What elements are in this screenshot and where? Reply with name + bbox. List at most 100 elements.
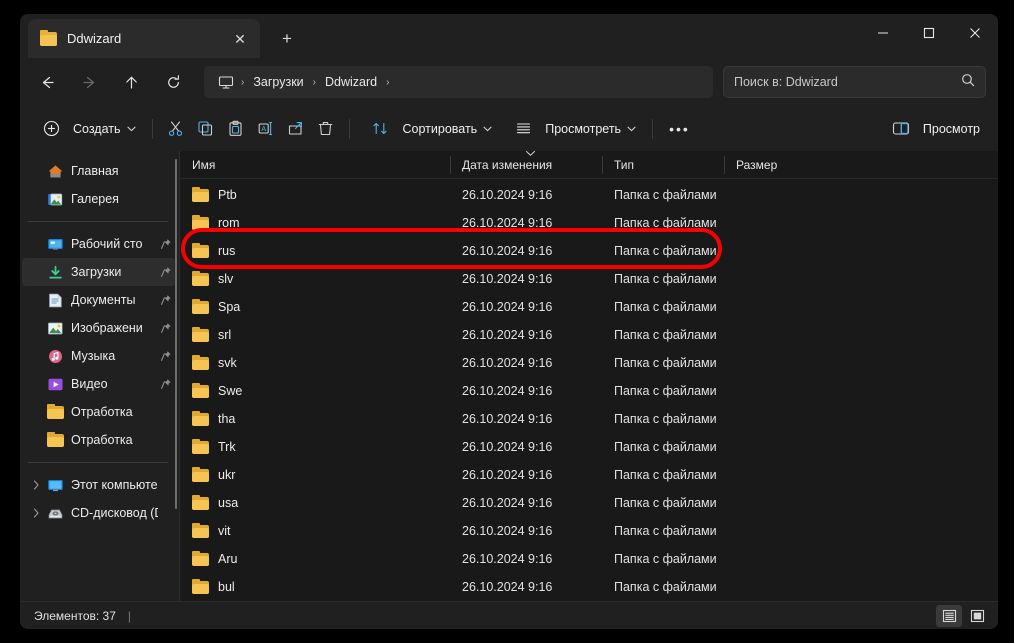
home-icon bbox=[44, 161, 66, 181]
table-row[interactable]: usa 26.10.2024 9:16 Папка с файлами bbox=[180, 489, 998, 517]
breadcrumb-separator-end[interactable]: › bbox=[384, 77, 391, 88]
column-headers: Имя Дата изменения Тип Размер bbox=[180, 150, 998, 179]
folder-icon bbox=[192, 579, 209, 594]
cell-date: 26.10.2024 9:16 bbox=[462, 216, 553, 230]
copy-icon[interactable] bbox=[191, 113, 221, 145]
column-header-type[interactable]: Тип bbox=[602, 151, 724, 179]
cell-date: 26.10.2024 9:16 bbox=[462, 356, 553, 370]
large-icons-view-icon[interactable] bbox=[964, 605, 990, 627]
pin-icon[interactable] bbox=[158, 294, 174, 306]
breadcrumb-separator: › bbox=[312, 76, 316, 88]
navigation-sidebar[interactable]: Главная Галерея Рабочий сто Загрузки Докумен… bbox=[20, 151, 180, 601]
more-options-button[interactable]: ••• bbox=[661, 113, 698, 145]
close-icon[interactable] bbox=[952, 14, 998, 52]
view-button[interactable]: Просмотреть bbox=[500, 113, 644, 145]
table-row[interactable]: svk 26.10.2024 9:16 Папка с файлами bbox=[180, 349, 998, 377]
rename-icon[interactable]: A bbox=[251, 113, 281, 145]
chevron-right-icon[interactable] bbox=[28, 480, 44, 490]
sidebar-item-5[interactable]: Документы bbox=[22, 286, 176, 314]
file-list-pane: Имя Дата изменения Тип Размер Ptb 26.10.2… bbox=[180, 150, 998, 601]
this-pc-icon[interactable] bbox=[212, 75, 239, 90]
back-arrow-icon[interactable] bbox=[30, 65, 64, 99]
table-row[interactable]: ukr 26.10.2024 9:16 Папка с файлами bbox=[180, 461, 998, 489]
table-row[interactable]: Aru 26.10.2024 9:16 Папка с файлами bbox=[180, 545, 998, 573]
pictures-icon bbox=[44, 318, 66, 338]
search-box[interactable]: Поиск в: Ddwizard bbox=[723, 66, 986, 98]
refresh-icon[interactable] bbox=[156, 65, 190, 99]
table-row[interactable]: tha 26.10.2024 9:16 Папка с файлами bbox=[180, 405, 998, 433]
cut-icon[interactable] bbox=[161, 113, 191, 145]
cell-name: slv bbox=[218, 272, 234, 286]
paste-icon[interactable] bbox=[221, 113, 251, 145]
cell-date: 26.10.2024 9:16 bbox=[462, 524, 553, 538]
delete-icon[interactable] bbox=[311, 113, 341, 145]
cell-type: Папка с файлами bbox=[614, 272, 717, 286]
table-row[interactable]: vit 26.10.2024 9:16 Папка с файлами bbox=[180, 517, 998, 545]
sidebar-item-7[interactable]: Музыка bbox=[22, 342, 176, 370]
column-header-name[interactable]: Имя bbox=[180, 151, 450, 179]
close-tab-icon[interactable]: ✕ bbox=[226, 26, 254, 52]
sidebar-item-0[interactable]: Главная bbox=[22, 157, 176, 185]
table-row[interactable]: rus 26.10.2024 9:16 Папка с файлами bbox=[180, 237, 998, 265]
browser-tab-ddwizard[interactable]: Ddwizard ✕ bbox=[28, 19, 260, 58]
sidebar-item-4[interactable]: Загрузки bbox=[22, 258, 176, 286]
breadcrumb-item-ddwizard[interactable]: Ddwizard bbox=[318, 72, 384, 92]
pin-icon[interactable] bbox=[158, 266, 174, 278]
cell-name: srl bbox=[218, 328, 232, 342]
address-bar[interactable]: › Загрузки › Ddwizard › bbox=[204, 66, 713, 98]
pin-icon[interactable] bbox=[158, 322, 174, 334]
table-row[interactable]: slv 26.10.2024 9:16 Папка с файлами bbox=[180, 265, 998, 293]
sidebar-item-8[interactable]: Видео bbox=[22, 370, 176, 398]
pin-icon[interactable] bbox=[158, 378, 174, 390]
up-arrow-icon[interactable] bbox=[114, 65, 148, 99]
command-toolbar: Создать A Сортировать Просмотреть ••• Пр… bbox=[20, 106, 998, 151]
cell-name: rus bbox=[218, 244, 236, 258]
column-header-size[interactable]: Размер bbox=[724, 151, 800, 179]
table-row[interactable]: srl 26.10.2024 9:16 Папка с файлами bbox=[180, 321, 998, 349]
chevron-down-icon bbox=[483, 124, 492, 134]
pin-icon[interactable] bbox=[158, 350, 174, 362]
breadcrumb-item-downloads[interactable]: Загрузки bbox=[246, 72, 310, 92]
minimize-icon[interactable] bbox=[860, 14, 906, 52]
cell-date: 26.10.2024 9:16 bbox=[462, 496, 553, 510]
table-row[interactable]: Spa 26.10.2024 9:16 Папка с файлами bbox=[180, 293, 998, 321]
search-input[interactable]: Поиск в: Ddwizard bbox=[734, 75, 961, 89]
forward-arrow-icon[interactable] bbox=[72, 65, 106, 99]
table-row[interactable]: Swe 26.10.2024 9:16 Папка с файлами bbox=[180, 377, 998, 405]
chevron-down-icon bbox=[126, 124, 136, 134]
sort-button[interactable]: Сортировать bbox=[358, 113, 501, 145]
item-count-label: Элементов: 37 bbox=[34, 608, 116, 623]
sidebar-item-10[interactable]: Отработка bbox=[22, 426, 176, 454]
video-icon bbox=[44, 374, 66, 394]
chevron-right-icon[interactable] bbox=[28, 508, 44, 518]
sidebar-item-13[interactable]: CD-дисковод (D bbox=[22, 499, 176, 527]
table-row[interactable]: bul 26.10.2024 9:16 Папка с файлами bbox=[180, 573, 998, 601]
sidebar-item-12[interactable]: Этот компьюте bbox=[22, 471, 176, 499]
file-rows[interactable]: Ptb 26.10.2024 9:16 Папка с файлами rom 26.1… bbox=[180, 179, 998, 601]
status-separator: | bbox=[127, 608, 132, 623]
pin-icon[interactable] bbox=[158, 238, 174, 250]
sidebar-item-3[interactable]: Рабочий сто bbox=[22, 230, 176, 258]
status-bar: Элементов: 37 | bbox=[20, 601, 998, 629]
sidebar-item-9[interactable]: Отработка bbox=[22, 398, 176, 426]
cell-name: Swe bbox=[218, 384, 243, 398]
new-tab-button[interactable]: + bbox=[272, 24, 302, 52]
preview-pane-button[interactable]: Просмотр bbox=[878, 113, 988, 145]
cell-date: 26.10.2024 9:16 bbox=[462, 188, 553, 202]
table-row[interactable]: Trk 26.10.2024 9:16 Папка с файлами bbox=[180, 433, 998, 461]
sidebar-item-label: CD-дисковод (D bbox=[71, 506, 158, 520]
sidebar-item-1[interactable]: Галерея bbox=[22, 185, 176, 213]
cell-name: bul bbox=[218, 580, 235, 594]
new-button[interactable]: Создать bbox=[28, 113, 144, 145]
details-view-icon[interactable] bbox=[936, 604, 962, 627]
table-row[interactable]: rom 26.10.2024 9:16 Папка с файлами bbox=[180, 209, 998, 237]
cell-date: 26.10.2024 9:16 bbox=[462, 468, 553, 482]
sidebar-item-label: Галерея bbox=[71, 192, 119, 206]
sidebar-item-6[interactable]: Изображени bbox=[22, 314, 176, 342]
search-icon[interactable] bbox=[961, 73, 975, 92]
table-row[interactable]: Ptb 26.10.2024 9:16 Папка с файлами bbox=[180, 181, 998, 209]
maximize-icon[interactable] bbox=[906, 14, 952, 52]
folder-icon bbox=[192, 187, 209, 202]
sidebar-scrollbar[interactable] bbox=[175, 159, 177, 509]
share-icon[interactable] bbox=[281, 113, 311, 145]
